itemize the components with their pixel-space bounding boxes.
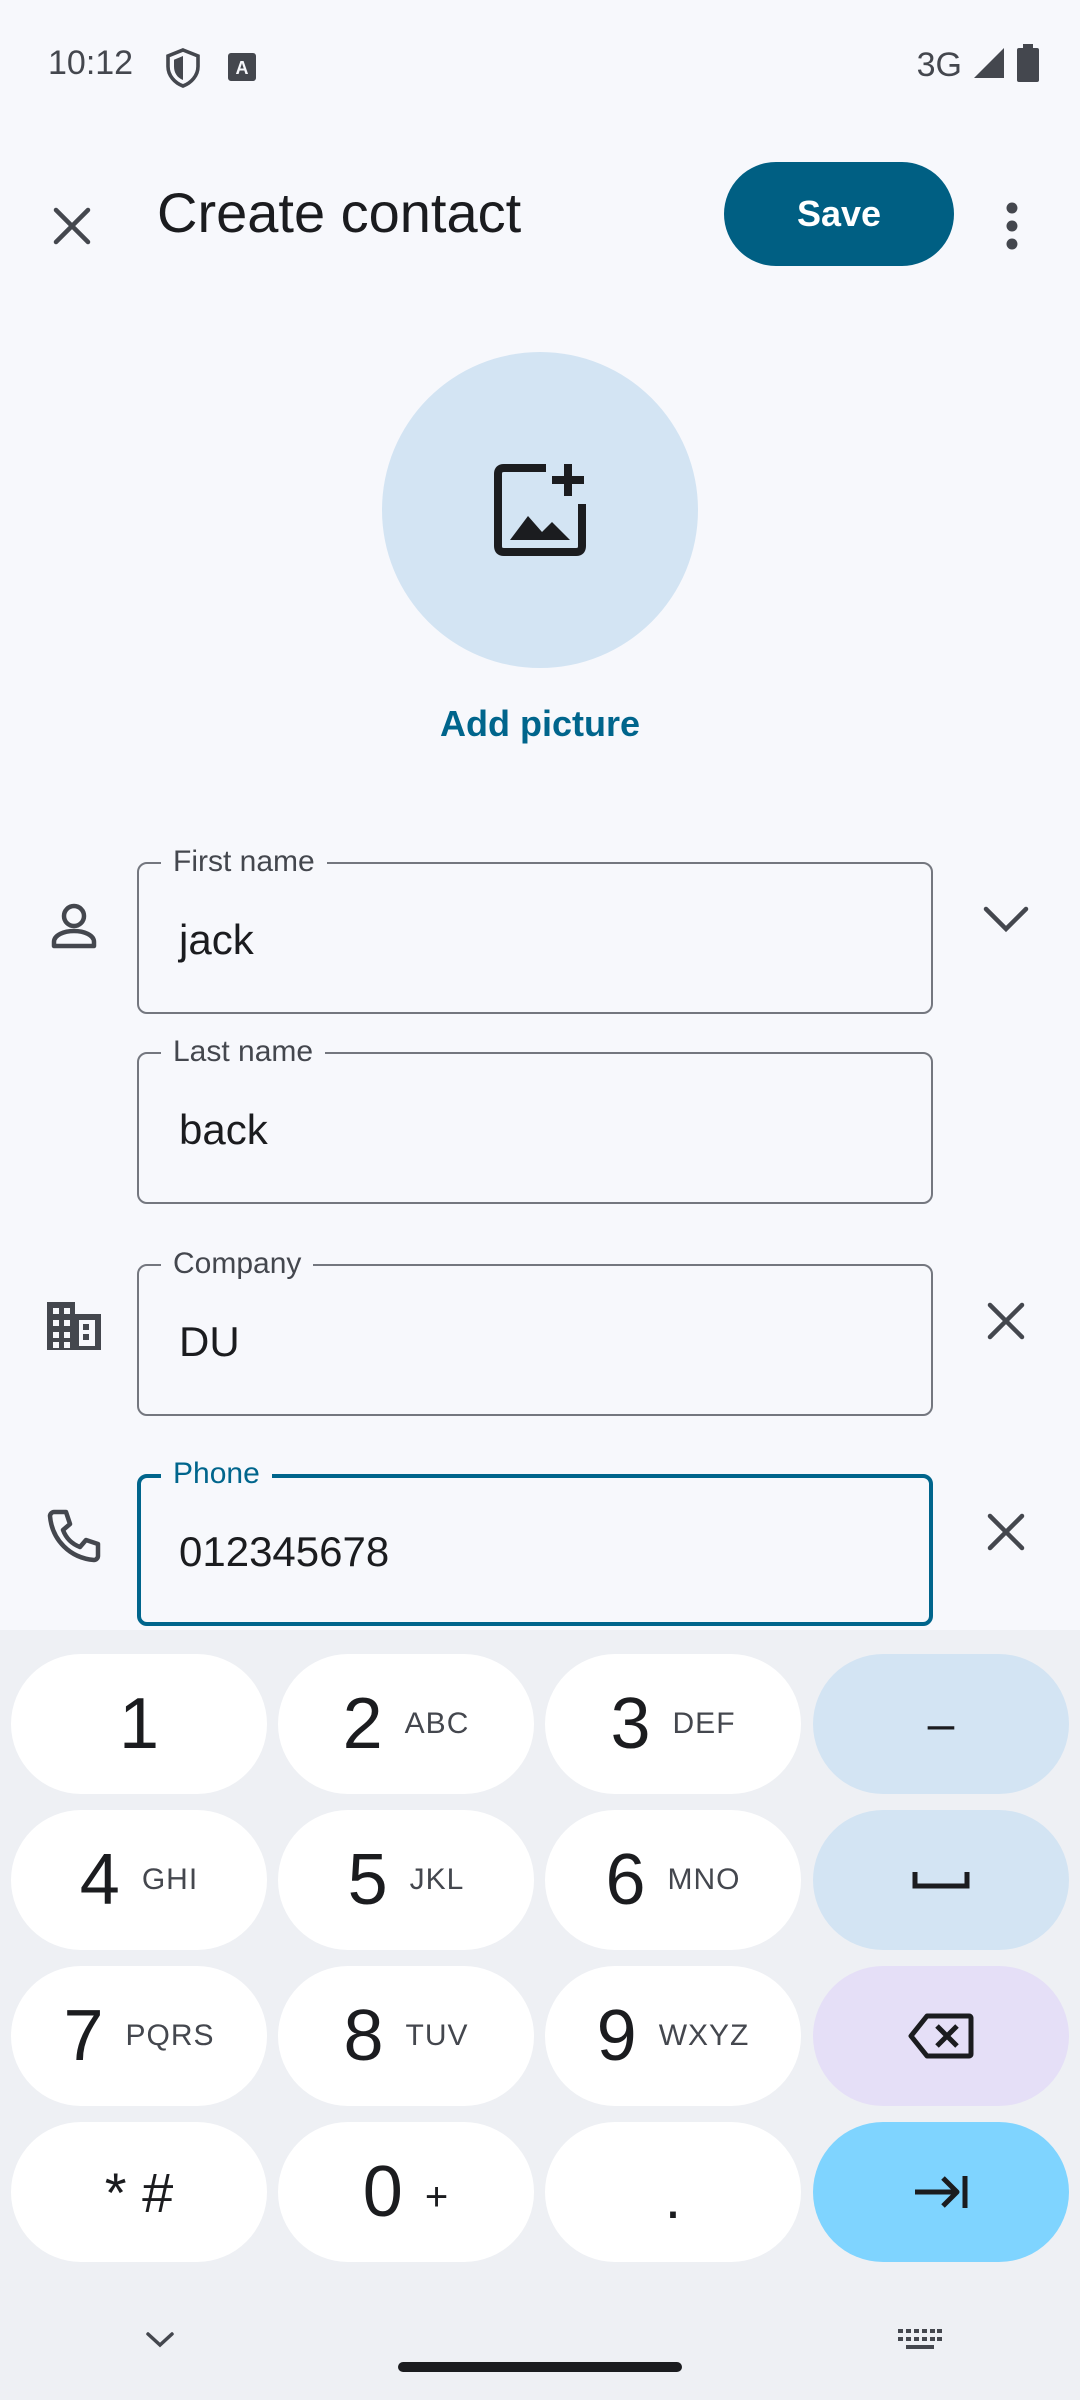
- expand-name-button[interactable]: [966, 880, 1046, 960]
- last-name-field[interactable]: Last name back: [137, 1032, 933, 1204]
- hide-keyboard-button[interactable]: [130, 2310, 190, 2370]
- close-button[interactable]: [30, 184, 114, 268]
- space-key[interactable]: [813, 1810, 1069, 1950]
- home-indicator[interactable]: [398, 2362, 682, 2372]
- clear-phone-button[interactable]: [966, 1492, 1046, 1572]
- save-button[interactable]: Save: [724, 162, 954, 266]
- numeric-keyboard: 1 2 ABC 3 DEF – 4 GHI 5 JKL 6 MNO 7 PQRS 8 TUV …: [0, 1630, 1080, 2400]
- key-6[interactable]: 6 MNO: [545, 1810, 801, 1950]
- add-photo-icon: [494, 464, 586, 556]
- company-field[interactable]: Company DU: [137, 1244, 933, 1416]
- backspace-key[interactable]: [813, 1966, 1069, 2106]
- add-picture-link[interactable]: Add picture: [0, 703, 1080, 745]
- switch-keyboard-button[interactable]: [890, 2310, 950, 2370]
- svg-text:A: A: [236, 58, 249, 78]
- chevron-down-icon: [983, 906, 1029, 933]
- last-name-label: Last name: [161, 1032, 326, 1072]
- key-star-hash[interactable]: * #: [11, 2122, 267, 2262]
- chevron-down-icon: [146, 2332, 174, 2348]
- last-name-value: back: [179, 1106, 268, 1153]
- more-options-button[interactable]: [972, 184, 1052, 268]
- key-5[interactable]: 5 JKL: [278, 1810, 534, 1950]
- key-0[interactable]: 0 +: [278, 2122, 534, 2262]
- person-icon: [38, 890, 110, 962]
- first-name-value: jack: [179, 916, 254, 963]
- next-key[interactable]: [813, 2122, 1069, 2262]
- keyboard-a-icon: A: [227, 52, 257, 87]
- company-label: Company: [161, 1244, 314, 1284]
- close-icon: [987, 1302, 1025, 1340]
- app-bar: Create contact Save: [0, 150, 1080, 280]
- key-2[interactable]: 2 ABC: [278, 1654, 534, 1794]
- minus-key[interactable]: –: [813, 1654, 1069, 1794]
- battery-icon: [1016, 44, 1040, 87]
- phone-field[interactable]: Phone 012345678: [137, 1454, 933, 1626]
- backspace-icon: [908, 2013, 974, 2059]
- status-bar: 10:12 A 3G: [0, 0, 1080, 130]
- first-name-field[interactable]: First name jack: [137, 842, 933, 1014]
- close-icon: [987, 1513, 1025, 1551]
- key-8[interactable]: 8 TUV: [278, 1966, 534, 2106]
- more-vert-icon: [1006, 202, 1018, 250]
- key-4[interactable]: 4 GHI: [11, 1810, 267, 1950]
- signal-icon: [972, 46, 1006, 85]
- key-period[interactable]: .: [545, 2122, 801, 2262]
- close-icon: [53, 207, 91, 245]
- clear-company-button[interactable]: [966, 1281, 1046, 1361]
- key-9[interactable]: 9 WXYZ: [545, 1966, 801, 2106]
- business-icon: [38, 1290, 110, 1362]
- phone-value: 012345678: [179, 1528, 390, 1575]
- phone-icon: [38, 1500, 110, 1572]
- keyboard-icon: [898, 2329, 942, 2349]
- first-name-label: First name: [161, 842, 327, 882]
- page-title: Create contact: [157, 181, 522, 244]
- key-7[interactable]: 7 PQRS: [11, 1966, 267, 2106]
- key-1[interactable]: 1: [11, 1654, 267, 1794]
- space-bar-icon: [912, 1872, 970, 1889]
- company-value: DU: [179, 1318, 240, 1365]
- phone-label: Phone: [161, 1454, 272, 1494]
- key-3[interactable]: 3 DEF: [545, 1654, 801, 1794]
- shield-icon: [165, 48, 201, 93]
- network-type: 3G: [916, 46, 962, 84]
- avatar-placeholder[interactable]: [382, 352, 698, 668]
- tab-arrow-icon: [915, 2176, 968, 2208]
- status-time: 10:12: [48, 44, 134, 82]
